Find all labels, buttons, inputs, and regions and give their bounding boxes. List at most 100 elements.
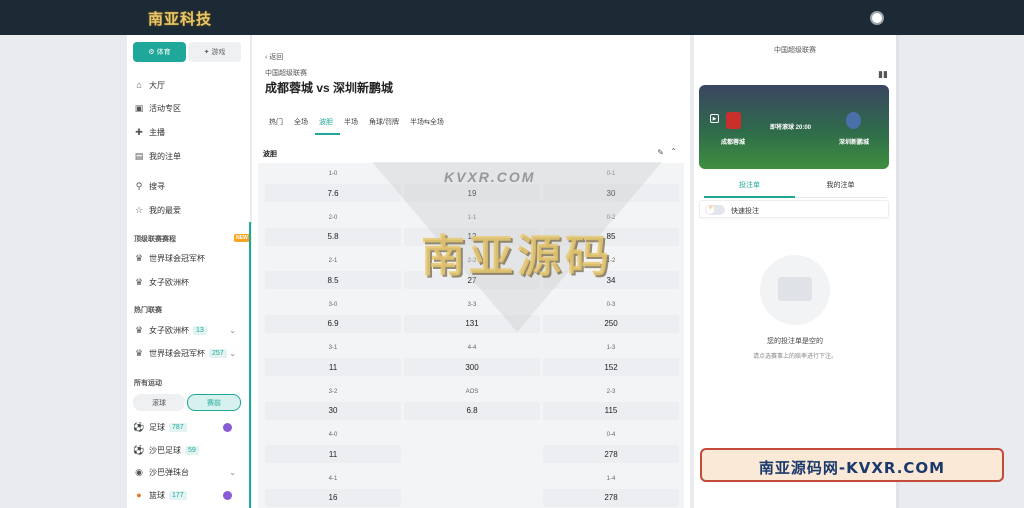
score-label: 3-1 bbox=[328, 345, 338, 351]
score-label: 1-0 bbox=[328, 171, 338, 177]
score-label: 0-2 bbox=[606, 214, 616, 221]
trophy-icon: ♛ bbox=[134, 276, 144, 287]
match-banner: ▶ 成都蓉城 即将滚球 20:00 深圳新鹏城 bbox=[699, 85, 889, 169]
bolt-icon: ⚡ bbox=[708, 205, 713, 212]
hot-leagues-heading: 热门联赛 bbox=[134, 307, 162, 314]
odds-button[interactable]: 34 bbox=[543, 271, 679, 289]
odds-button[interactable]: 11 bbox=[265, 445, 401, 463]
sidebar-item-search[interactable]: ⚲ 搜寻 bbox=[134, 178, 244, 194]
league-name: 中国超级联赛 bbox=[265, 70, 307, 77]
football-icon: ⚽ bbox=[133, 444, 145, 455]
tv-icon[interactable]: ▶ bbox=[710, 114, 719, 123]
site-logo[interactable]: 南亚科技 bbox=[148, 8, 212, 29]
odds-button[interactable]: 6.9 bbox=[265, 314, 401, 333]
league-count: 257 bbox=[209, 348, 227, 358]
score-label: 0-4 bbox=[606, 432, 616, 438]
score-label: 3-3 bbox=[467, 301, 477, 308]
odds-button[interactable]: 6.8 bbox=[404, 401, 540, 420]
odds-button[interactable]: 12 bbox=[404, 227, 540, 246]
odds-button[interactable]: 300 bbox=[404, 358, 540, 376]
right-scrollbar[interactable] bbox=[896, 35, 899, 508]
chevron-up-icon[interactable]: ⌃ bbox=[670, 147, 677, 156]
star-icon: ☆ bbox=[134, 204, 144, 215]
toggle-live[interactable]: 滚球 bbox=[133, 394, 185, 411]
score-label: 0-3 bbox=[606, 301, 616, 308]
score-label: 4-1 bbox=[328, 475, 338, 482]
odds-button[interactable]: 278 bbox=[543, 488, 679, 507]
purple-ball-icon bbox=[223, 490, 232, 500]
chevron-down-icon[interactable]: ⌄ bbox=[229, 349, 236, 358]
receipt-icon: ▤ bbox=[134, 150, 144, 161]
sidebar-item-saba-football[interactable]: ⚽ 沙巴足球 59 bbox=[133, 442, 244, 458]
match-time: 即将滚球 20:00 bbox=[770, 125, 812, 131]
tab-hot[interactable]: 热门 bbox=[265, 117, 290, 135]
live-prematch-toggle: 滚球 赛前 bbox=[133, 394, 241, 411]
sidebar-item-saba-pinball[interactable]: ◉ 沙巴弹珠台 ⌄ bbox=[134, 464, 244, 480]
sidebar-item-promotions[interactable]: ▣ 活动专区 bbox=[134, 100, 244, 116]
toggle-prematch[interactable]: 赛前 bbox=[187, 394, 241, 411]
basketball-icon: ● bbox=[136, 490, 142, 500]
odds-button[interactable]: 30 bbox=[265, 401, 401, 420]
quick-bet-label: 快速投注 bbox=[731, 208, 759, 215]
empty-slip-illustration bbox=[760, 255, 830, 325]
right-league-name: 中国超级联赛 bbox=[774, 47, 816, 54]
empty-box-icon bbox=[778, 277, 812, 301]
sidebar-item-club-world-cup[interactable]: ♛ 世界球会冠军杯 bbox=[134, 250, 244, 266]
score-label: 0-1 bbox=[606, 171, 616, 177]
pin-icon[interactable]: ✎ bbox=[657, 148, 664, 157]
back-link[interactable]: ‹ 返回 bbox=[265, 52, 283, 62]
tab-half-time[interactable]: 半场 bbox=[340, 117, 365, 135]
tab-bet-slip[interactable]: 投注单 bbox=[704, 180, 795, 198]
sidebar-item-my-bets[interactable]: ▤ 我的注单 bbox=[134, 148, 244, 164]
score-label: 1-4 bbox=[606, 475, 616, 482]
home-icon: ⌂ bbox=[136, 80, 142, 90]
chevron-down-icon[interactable]: ⌄ bbox=[229, 468, 236, 477]
odds-button[interactable]: 11 bbox=[265, 358, 401, 376]
score-label: 1-2 bbox=[606, 258, 616, 264]
odds-button[interactable]: 278 bbox=[543, 445, 679, 463]
sidebar-item-favorites[interactable]: ☆ 我的最爱 bbox=[134, 202, 244, 218]
sidebar-scrollbar[interactable] bbox=[249, 222, 251, 508]
site-stamp: 南亚源码网-KVXR.COM bbox=[700, 448, 1004, 482]
odds-button[interactable]: 152 bbox=[543, 358, 679, 376]
sidebar-item-streamer[interactable]: ✚ 主播 bbox=[134, 124, 244, 140]
tab-sports[interactable]: ⚙ 体育 bbox=[133, 42, 186, 62]
user-avatar[interactable] bbox=[870, 11, 884, 25]
odds-button[interactable]: 16 bbox=[265, 488, 401, 507]
tab-ht-ft[interactable]: 半场⇆全场 bbox=[406, 117, 451, 135]
section-header[interactable]: 波胆 ✎ ⌃ bbox=[258, 141, 684, 163]
stamp-text: 南亚源码网-KVXR.COM bbox=[758, 459, 946, 477]
odds-button[interactable]: 7.6 bbox=[265, 184, 401, 202]
odds-button[interactable]: 250 bbox=[543, 314, 679, 333]
sidebar-item-womens-euro[interactable]: ♛ 女子欧洲杯 bbox=[134, 274, 244, 290]
correct-score-section: 波胆 ✎ ⌃ 1-0 7.6 19 0-1 30 2-0 5.8 1-1 12 0-2 85 2-1 8… bbox=[258, 141, 684, 508]
sidebar-item-lobby[interactable]: ⌂ 大厅 bbox=[134, 77, 244, 93]
odds-button[interactable]: 8.5 bbox=[265, 271, 401, 289]
odds-button[interactable]: 115 bbox=[543, 401, 679, 420]
sidebar-item-hot-womens-euro[interactable]: ♛ 女子欧洲杯 13 ⌄ bbox=[134, 322, 244, 338]
odds-button[interactable]: 27 bbox=[404, 271, 540, 289]
sidebar-item-hot-club-world-cup[interactable]: ♛ 世界球会冠军杯 257 ⌄ bbox=[134, 345, 244, 361]
tab-full-time[interactable]: 全场 bbox=[290, 117, 315, 135]
odds-button[interactable]: 5.8 bbox=[265, 227, 401, 246]
tab-my-bets[interactable]: 我的注单 bbox=[795, 180, 886, 198]
odds-button[interactable]: 131 bbox=[404, 314, 540, 333]
sidebar-item-basketball[interactable]: ● 篮球 177 bbox=[134, 487, 244, 503]
score-label: 2-1 bbox=[328, 258, 338, 264]
tab-corners-cards[interactable]: 角球/罚牌 bbox=[365, 117, 406, 135]
trophy-icon: ♛ bbox=[134, 324, 144, 335]
score-label: AOS bbox=[465, 388, 479, 395]
chevron-down-icon[interactable]: ⌄ bbox=[229, 326, 236, 335]
stats-icon[interactable]: ▮▮ bbox=[878, 69, 888, 80]
empty-slip-hint: 请点选赛事上的赔率进行下注。 bbox=[752, 354, 837, 360]
odds-button[interactable]: 85 bbox=[543, 227, 679, 246]
odds-button[interactable]: 19 bbox=[404, 184, 540, 202]
all-sports-heading: 所有运动 bbox=[134, 380, 162, 387]
tab-correct-score[interactable]: 波胆 bbox=[315, 117, 340, 135]
away-team-name: 深圳新鹏城 bbox=[839, 140, 870, 146]
sport-count: 177 bbox=[169, 490, 187, 500]
odds-button[interactable]: 30 bbox=[543, 184, 679, 202]
sidebar-item-football[interactable]: ⚽ 足球 787 bbox=[133, 419, 244, 435]
home-team-name: 成都蓉城 bbox=[721, 140, 746, 146]
tab-games[interactable]: ✦ 游戏 bbox=[188, 42, 241, 62]
